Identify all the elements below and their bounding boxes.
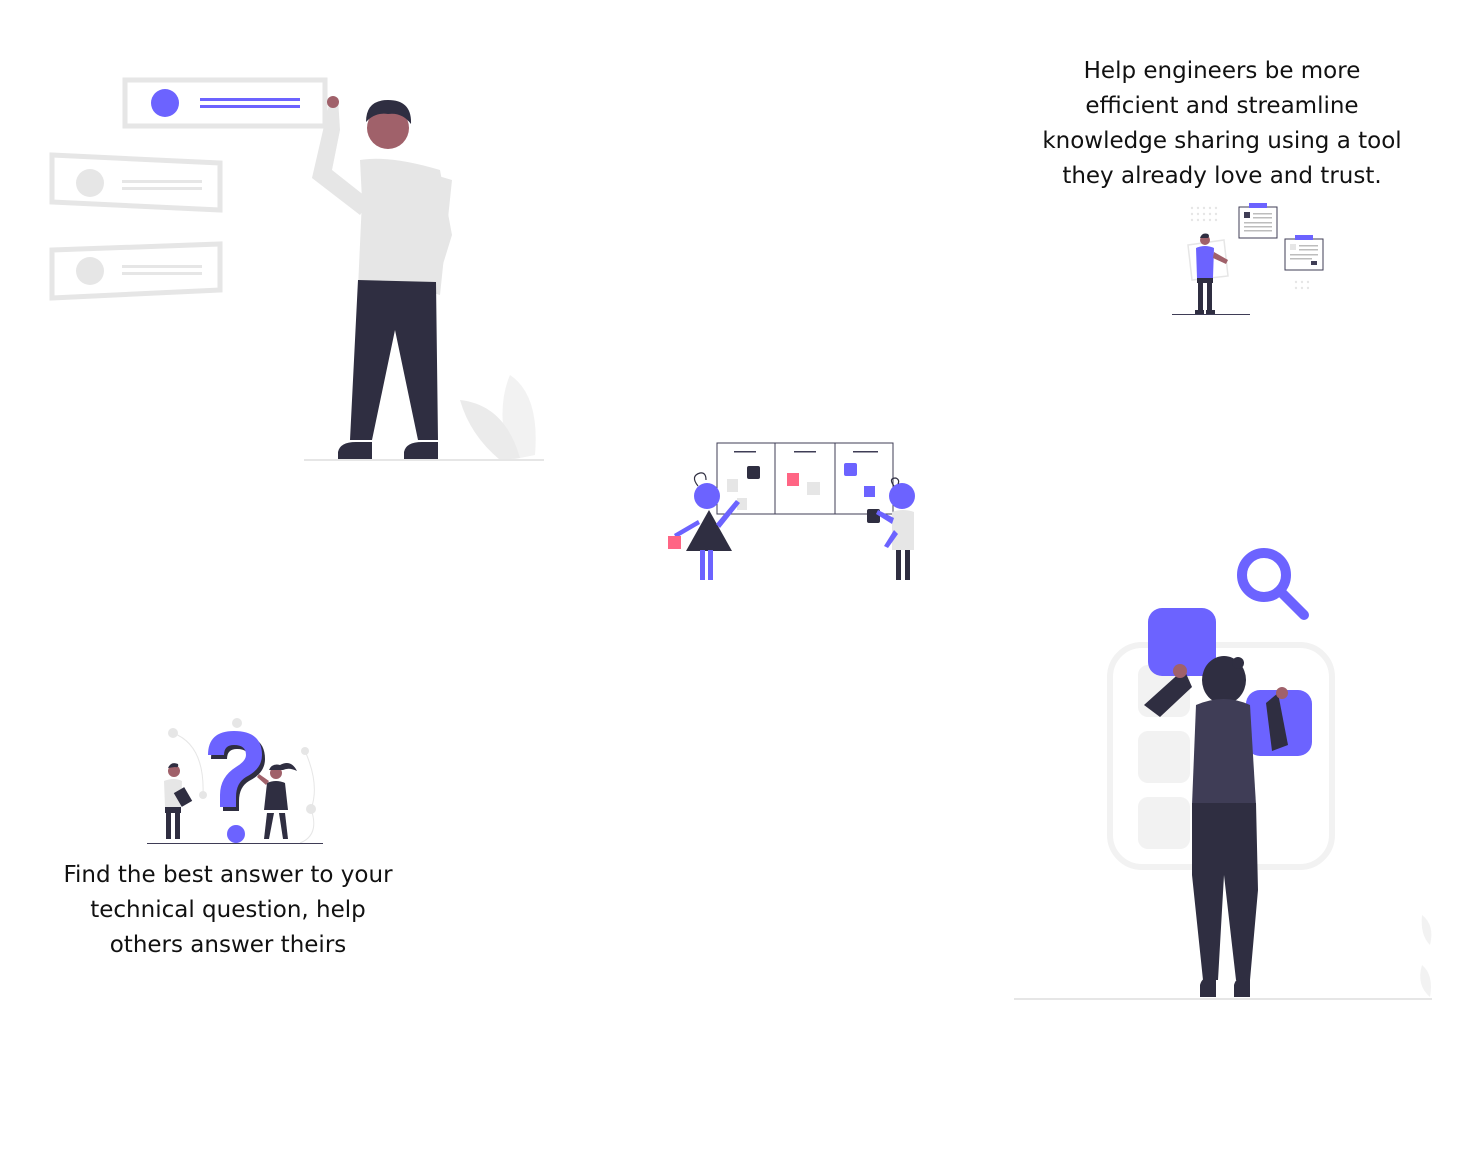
kanban-board-illustration xyxy=(660,440,925,585)
woman-with-blocks-illustration xyxy=(1010,545,1438,1005)
caption-top-right: Help engineers be more efficient and str… xyxy=(1042,58,1402,189)
small-reader-with-documents-illustration xyxy=(1168,200,1330,320)
caption-bottom-left: Find the best answer to your technical q… xyxy=(63,862,393,958)
question-mark-people-illustration xyxy=(145,715,325,850)
man-with-cards-illustration xyxy=(40,60,560,470)
